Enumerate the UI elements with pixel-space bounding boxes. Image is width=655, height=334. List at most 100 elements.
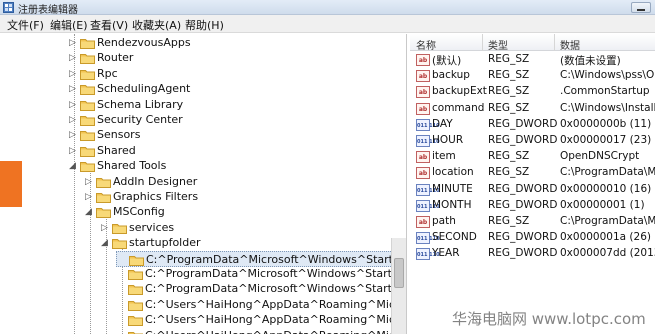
tree-node[interactable]: ▷ Schema Library — [68, 97, 405, 113]
value-type: REG_SZ — [488, 215, 530, 227]
tree-node-label: startupfolder — [129, 236, 201, 250]
expand-arrow-icon[interactable]: ▷ — [68, 145, 77, 157]
value-name: command — [432, 101, 485, 114]
tree-node[interactable]: C:^ProgramData^Microsoft^Windows^Start M… — [116, 266, 406, 282]
tree-node-label: Security Center — [97, 113, 183, 126]
tree-node[interactable]: ▷ Rpc — [68, 66, 405, 82]
dword-value-icon: 011 110 — [416, 199, 440, 212]
column-header-type[interactable]: 类型 — [482, 34, 508, 52]
tree-node[interactable]: ▷ Sensors — [68, 127, 405, 143]
tree-node[interactable]: ▷ SchedulingAgent — [68, 81, 405, 97]
tree-node[interactable]: C:^ProgramData^Microsoft^Windows^Start M… — [116, 281, 406, 297]
tree-node[interactable]: ▷ Security Center — [68, 112, 405, 128]
value-name: DAY — [432, 117, 453, 130]
value-type: REG_DWORD — [488, 198, 558, 211]
value-row[interactable]: ab path REG_SZ C:\ProgramData\Mic — [410, 214, 655, 230]
tree-node[interactable]: ▷ Router — [68, 50, 405, 66]
dword-value-icon: 011 110 — [416, 135, 440, 147]
tree-node[interactable]: C:^Users^HaiHong^AppData^Roaming^Microso… — [116, 312, 406, 328]
tree-node-label: Router — [97, 51, 134, 65]
value-data: OpenDNSCrypt — [560, 150, 640, 163]
registry-key-tree[interactable]: ▷ RendezvousApps ▷ Router ▷ Rpc ▷ SchedulingAge… — [0, 34, 407, 334]
minimize-button[interactable] — [631, 2, 651, 13]
tree-node[interactable]: ◢ startupfolder — [100, 235, 405, 251]
column-header-name[interactable]: 名称 — [410, 34, 436, 52]
value-data: (数值未设置) — [560, 55, 621, 67]
value-row[interactable]: abbackupExt...REG_SZ .CommonStartup — [410, 84, 655, 100]
value-name: backupExt... — [432, 85, 487, 98]
scrollbar-thumb[interactable] — [394, 258, 404, 288]
collapse-arrow-icon[interactable]: ◢ — [68, 160, 77, 172]
value-row[interactable]: 011 110 DAY REG_DWORD 0x0000000b (11) — [410, 117, 655, 133]
folder-icon — [80, 99, 95, 111]
column-header-data[interactable]: 数据 — [554, 34, 580, 52]
value-type: REG_DWORD — [488, 117, 558, 130]
tree-node-label: services — [129, 220, 175, 234]
value-data: .CommonStartup — [560, 85, 650, 98]
tree-node-label: Rpc — [97, 66, 118, 80]
value-name: MONTH — [432, 198, 472, 211]
value-data: C:\Windows\pss\Ope — [560, 69, 655, 82]
expand-arrow-icon[interactable]: ▷ — [68, 68, 77, 80]
menu-file[interactable]: 文件(F) — [7, 17, 44, 33]
value-row[interactable]: 011 110 MONTH REG_DWORD 0x00000001 (1) — [410, 198, 655, 214]
value-name: path — [432, 215, 456, 227]
folder-icon — [80, 37, 95, 49]
value-row[interactable]: 011 110 SECOND REG_DWORD 0x0000001a (26) — [410, 230, 655, 246]
expand-arrow-icon[interactable]: ▷ — [68, 52, 77, 64]
registry-values-list[interactable]: 名称 类型 数据 ab (默认) REG_SZ (数值未设置) ab backup REG_… — [410, 34, 655, 334]
value-row[interactable]: abcommandREG_SZ C:\Windows\Installer\ — [410, 101, 655, 117]
expand-arrow-icon[interactable]: ▷ — [68, 83, 77, 95]
tree-node-label: MSConfig — [113, 205, 165, 219]
tree-node[interactable]: ◢ MSConfig — [84, 204, 405, 220]
expand-arrow-icon[interactable]: ▷ — [84, 191, 93, 203]
tree-node[interactable]: ▷ services — [100, 220, 405, 236]
string-value-icon: ab — [416, 86, 430, 99]
minimize-icon — [637, 9, 645, 11]
tree-node[interactable]: C:^ProgramData^Microsoft^Windows^Start M… — [116, 250, 406, 267]
expand-arrow-icon[interactable]: ▷ — [68, 37, 77, 49]
folder-icon — [80, 145, 95, 157]
tree-node[interactable]: ▷ AddIn Designer — [84, 174, 405, 190]
tree-node-label: AddIn Designer — [113, 174, 198, 188]
tree-vertical-scrollbar[interactable] — [391, 238, 406, 334]
expand-arrow-icon[interactable]: ▷ — [100, 222, 109, 234]
expand-arrow-icon[interactable]: ▷ — [68, 114, 77, 126]
value-row[interactable]: ab (默认) REG_SZ (数值未设置) — [410, 52, 655, 68]
folder-icon — [128, 330, 143, 334]
value-name: YEAR — [432, 247, 460, 260]
tree-node[interactable]: C:^Users^HaiHong^AppData^Roaming^Microso… — [116, 297, 406, 313]
value-row[interactable]: ab item REG_SZ OpenDNSCrypt — [410, 149, 655, 165]
value-data: 0x0000000b (11) — [560, 117, 652, 130]
tree-node-label: Graphics Filters — [113, 190, 199, 203]
value-row[interactable]: 011 110 YEAR REG_DWORD 0x000007dd (2013) — [410, 246, 655, 262]
dword-value-icon: 011 110 — [416, 118, 440, 131]
menu-favorites[interactable]: 收藏夹(A) — [132, 17, 181, 33]
tree-node[interactable]: C:^Users^HaiHong^AppData^Roaming^Microso… — [116, 328, 406, 334]
tree-node[interactable]: ▷ Shared — [68, 143, 405, 159]
expand-arrow-icon[interactable]: ▷ — [84, 176, 93, 188]
value-row[interactable]: 011 110 MINUTE REG_DWORD 0x00000010 (16) — [410, 182, 655, 198]
tree-node-label: C:^ProgramData^Microsoft^Windows^Start M… — [146, 252, 406, 266]
value-row[interactable]: ab location REG_SZ C:\ProgramData\Mic — [410, 165, 655, 181]
value-type: REG_SZ — [488, 150, 530, 163]
expand-arrow-icon[interactable]: ▷ — [68, 99, 77, 111]
folder-icon — [80, 160, 95, 173]
menu-view[interactable]: 查看(V) — [90, 17, 128, 33]
menu-help[interactable]: 帮助(H) — [185, 17, 224, 33]
string-value-icon: ab — [416, 54, 430, 66]
folder-icon — [80, 129, 95, 142]
value-row[interactable]: abbackup REG_SZ C:\Windows\pss\Ope — [410, 68, 655, 84]
expand-arrow-icon[interactable]: ▷ — [68, 129, 77, 141]
tree-node[interactable]: ▷ Graphics Filters — [84, 189, 405, 205]
folder-icon — [80, 83, 95, 96]
tree-node-label: SchedulingAgent — [97, 82, 191, 96]
collapse-arrow-icon[interactable]: ◢ — [84, 206, 93, 218]
value-data: 0x000007dd (2013) — [560, 247, 655, 260]
menu-edit[interactable]: 编辑(E) — [50, 17, 88, 33]
tree-node[interactable]: ▷ RendezvousApps — [68, 35, 405, 51]
collapse-arrow-icon[interactable]: ◢ — [100, 237, 109, 249]
window-title: 注册表编辑器 — [18, 5, 78, 16]
tree-node[interactable]: ◢ Shared Tools — [68, 158, 405, 174]
value-row[interactable]: 011 110 HOUR REG_DWORD 0x00000017 (23) — [410, 133, 655, 149]
